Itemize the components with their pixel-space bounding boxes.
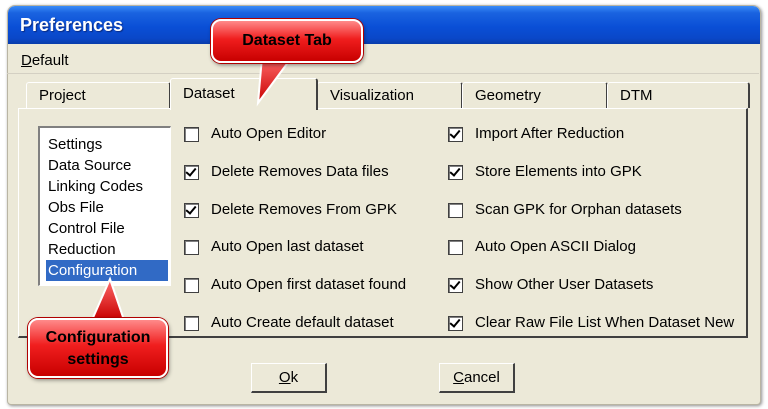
config-callout-line2: settings — [67, 351, 129, 368]
dataset-tab-callout-text: Dataset Tab — [242, 32, 332, 49]
dataset-callout-pointer — [256, 56, 294, 107]
config-callout-line1: Configuration — [45, 329, 151, 346]
dataset-tab-callout: Dataset Tab — [211, 19, 363, 63]
config-callout-pointer — [90, 276, 126, 321]
configuration-settings-callout: Configuration settings — [28, 318, 168, 378]
